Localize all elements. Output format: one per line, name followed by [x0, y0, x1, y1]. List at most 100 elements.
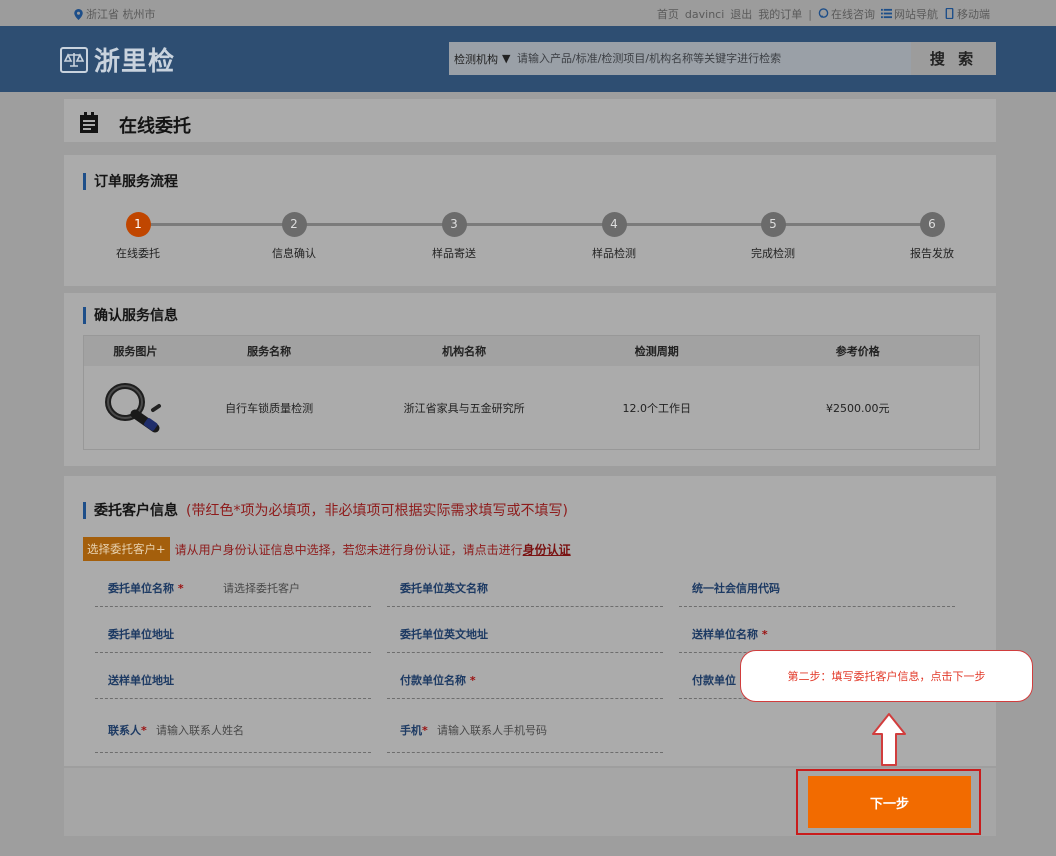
- service-image: [84, 366, 187, 449]
- unit-address-field[interactable]: 委托单位地址: [95, 621, 371, 653]
- link-site-nav[interactable]: 网站导航: [881, 6, 938, 22]
- service-heading-text: 确认服务信息: [94, 308, 178, 324]
- contact-placeholder: 请输入联系人姓名: [156, 724, 244, 737]
- choose-customer-button[interactable]: 选择委托客户+: [83, 537, 170, 561]
- unit-name-field[interactable]: 委托单位名称 * 请选择委托客户: [95, 575, 371, 607]
- unit-name-placeholder: 请选择委托客户: [223, 582, 300, 595]
- reference-price: ¥2500.00元: [826, 401, 890, 415]
- step-circle: 4: [601, 212, 627, 237]
- page-title-bar: 在线委托: [64, 99, 996, 142]
- link-username[interactable]: davinci: [685, 8, 724, 21]
- logo-text: 浙里检: [94, 47, 176, 77]
- bike-lock-icon: [105, 382, 162, 432]
- credit-code-label: 统一社会信用代码: [692, 582, 780, 595]
- service-table: 服务图片 服务名称 机构名称 检测周期 参考价格 自行车锁质量检测 浙江省家具与…: [83, 335, 980, 450]
- test-period: 12.0个工作日: [622, 401, 691, 415]
- order-flow-panel: 订单服务流程 1 在线委托 2 信息确认 3 样品寄送 4 样品检测 5 完成检…: [64, 155, 996, 286]
- col-period: 检测周期: [634, 345, 679, 358]
- service-heading: 确认服务信息: [83, 305, 178, 325]
- required-mark: *: [177, 582, 184, 595]
- link-mobile[interactable]: 移动端: [944, 6, 990, 22]
- phone-label: 手机*: [400, 722, 428, 738]
- top-links: 首页 davinci 退出 我的订单 | 在线咨询 网站导航 移动端: [657, 6, 990, 22]
- link-my-orders[interactable]: 我的订单: [758, 6, 802, 22]
- location-text: 浙江省 杭州市: [86, 8, 156, 21]
- institution-name: 浙江省家具与五金研究所: [403, 401, 525, 415]
- unit-name-label-text: 委托单位名称: [108, 582, 174, 595]
- unit-name-label: 委托单位名称 *: [108, 580, 184, 596]
- credit-code-field[interactable]: 统一社会信用代码: [679, 575, 955, 607]
- col-institution: 机构名称: [442, 345, 487, 358]
- sender-address-label: 送样单位地址: [108, 674, 174, 687]
- choose-customer-row: 选择委托客户+ 请从用户身份认证信息中选择，若您未进行身份认证，请点击进行 身份…: [83, 537, 571, 561]
- up-arrow-icon: [872, 713, 906, 766]
- phone-field[interactable]: 手机* 请输入联系人手机号码: [387, 717, 663, 753]
- required-mark: *: [141, 724, 147, 737]
- required-mark: *: [761, 628, 768, 641]
- step-circle: 2: [281, 212, 307, 237]
- guide-tooltip: 第二步：填写委托客户信息，点击下一步: [740, 650, 1033, 702]
- document-icon: [80, 112, 98, 133]
- heading-bar: [83, 501, 86, 519]
- step-label: 完成检测: [751, 247, 795, 260]
- next-step-button[interactable]: 下一步: [808, 776, 971, 828]
- step-label: 样品寄送: [432, 247, 476, 260]
- step-1: 1 在线委托: [98, 212, 178, 261]
- search-input[interactable]: [515, 42, 911, 75]
- top-strip: 浙江省 杭州市 首页 davinci 退出 我的订单 | 在线咨询 网站导航 移…: [0, 0, 1056, 26]
- step-circle: 5: [760, 212, 786, 237]
- service-info-panel: 确认服务信息 服务图片 服务名称 机构名称 检测周期 参考价格 自行车锁质量检测…: [64, 293, 996, 466]
- progress-steps: 1 在线委托 2 信息确认 3 样品寄送 4 样品检测 5 完成检测 6 报告发…: [64, 155, 996, 286]
- id-verify-link[interactable]: 身份认证: [523, 541, 571, 558]
- step-circle: 3: [441, 212, 467, 237]
- table-row: 自行车锁质量检测 浙江省家具与五金研究所 12.0个工作日 ¥2500.00元: [84, 366, 979, 449]
- step-5: 5 完成检测: [733, 212, 813, 261]
- sender-name-label-text: 送样单位名称: [692, 628, 758, 641]
- unit-en-address-field[interactable]: 委托单位英文地址: [387, 621, 663, 653]
- list-icon: [881, 8, 892, 19]
- location-pin-icon: [74, 8, 83, 20]
- payer-name-field[interactable]: 付款单位名称 *: [387, 667, 663, 699]
- mobile-label: 移动端: [957, 8, 990, 21]
- step-label: 信息确认: [272, 247, 316, 260]
- required-note: (带红色*项为必填项，非必填项可根据实际需求填写或不填写): [186, 503, 568, 519]
- unit-en-name-field[interactable]: 委托单位英文名称: [387, 575, 663, 607]
- col-price: 参考价格: [835, 345, 880, 358]
- heading-bar: [83, 306, 86, 324]
- mobile-icon: [945, 8, 954, 19]
- contact-field[interactable]: 联系人* 请输入联系人姓名: [95, 717, 371, 753]
- location[interactable]: 浙江省 杭州市: [74, 6, 156, 22]
- step-label: 样品检测: [592, 247, 636, 260]
- phone-placeholder: 请输入联系人手机号码: [437, 724, 547, 737]
- sender-name-field[interactable]: 送样单位名称 *: [679, 621, 955, 653]
- payer-name-label-text: 付款单位名称: [400, 674, 466, 687]
- link-logout[interactable]: 退出: [730, 6, 752, 22]
- unit-en-address-label: 委托单位英文地址: [400, 628, 488, 641]
- guide-tooltip-text: 第二步：填写委托客户信息，点击下一步: [787, 670, 986, 683]
- choose-hint: 请从用户身份认证信息中选择，若您未进行身份认证，请点击进行: [174, 542, 523, 557]
- step-6: 6 报告发放: [892, 212, 972, 261]
- step-circle: 6: [919, 212, 945, 237]
- payer-name-label: 付款单位名称 *: [400, 672, 476, 688]
- online-consult-label: 在线咨询: [831, 8, 875, 21]
- sender-address-field[interactable]: 送样单位地址: [95, 667, 371, 699]
- site-logo[interactable]: 浙里检: [60, 41, 175, 78]
- step-label: 报告发放: [910, 247, 954, 260]
- search-category-select[interactable]: 检测机构 ▼: [449, 42, 515, 75]
- chat-icon: [818, 8, 829, 18]
- service-name: 自行车锁质量检测: [225, 401, 314, 415]
- customer-heading: 委托客户信息 (带红色*项为必填项，非必填项可根据实际需求填写或不填写): [83, 500, 568, 520]
- customer-heading-text: 委托客户信息: [94, 503, 178, 519]
- step-3: 3 样品寄送: [414, 212, 494, 261]
- search-button[interactable]: 搜 索: [911, 42, 996, 75]
- site-header: 浙里检 检测机构 ▼ 搜 索: [0, 26, 1056, 92]
- link-home[interactable]: 首页: [657, 6, 679, 22]
- step-label: 在线委托: [116, 247, 160, 260]
- sender-name-label: 送样单位名称 *: [692, 626, 768, 642]
- scales-icon: [60, 46, 88, 73]
- required-mark: *: [422, 724, 428, 737]
- caret-down-icon: ▼: [502, 52, 511, 65]
- link-online-consult[interactable]: 在线咨询: [818, 6, 875, 22]
- customer-info-panel: 委托客户信息 (带红色*项为必填项，非必填项可根据实际需求填写或不填写) 选择委…: [64, 476, 996, 766]
- payer-partial-label: 付款单位: [692, 674, 736, 687]
